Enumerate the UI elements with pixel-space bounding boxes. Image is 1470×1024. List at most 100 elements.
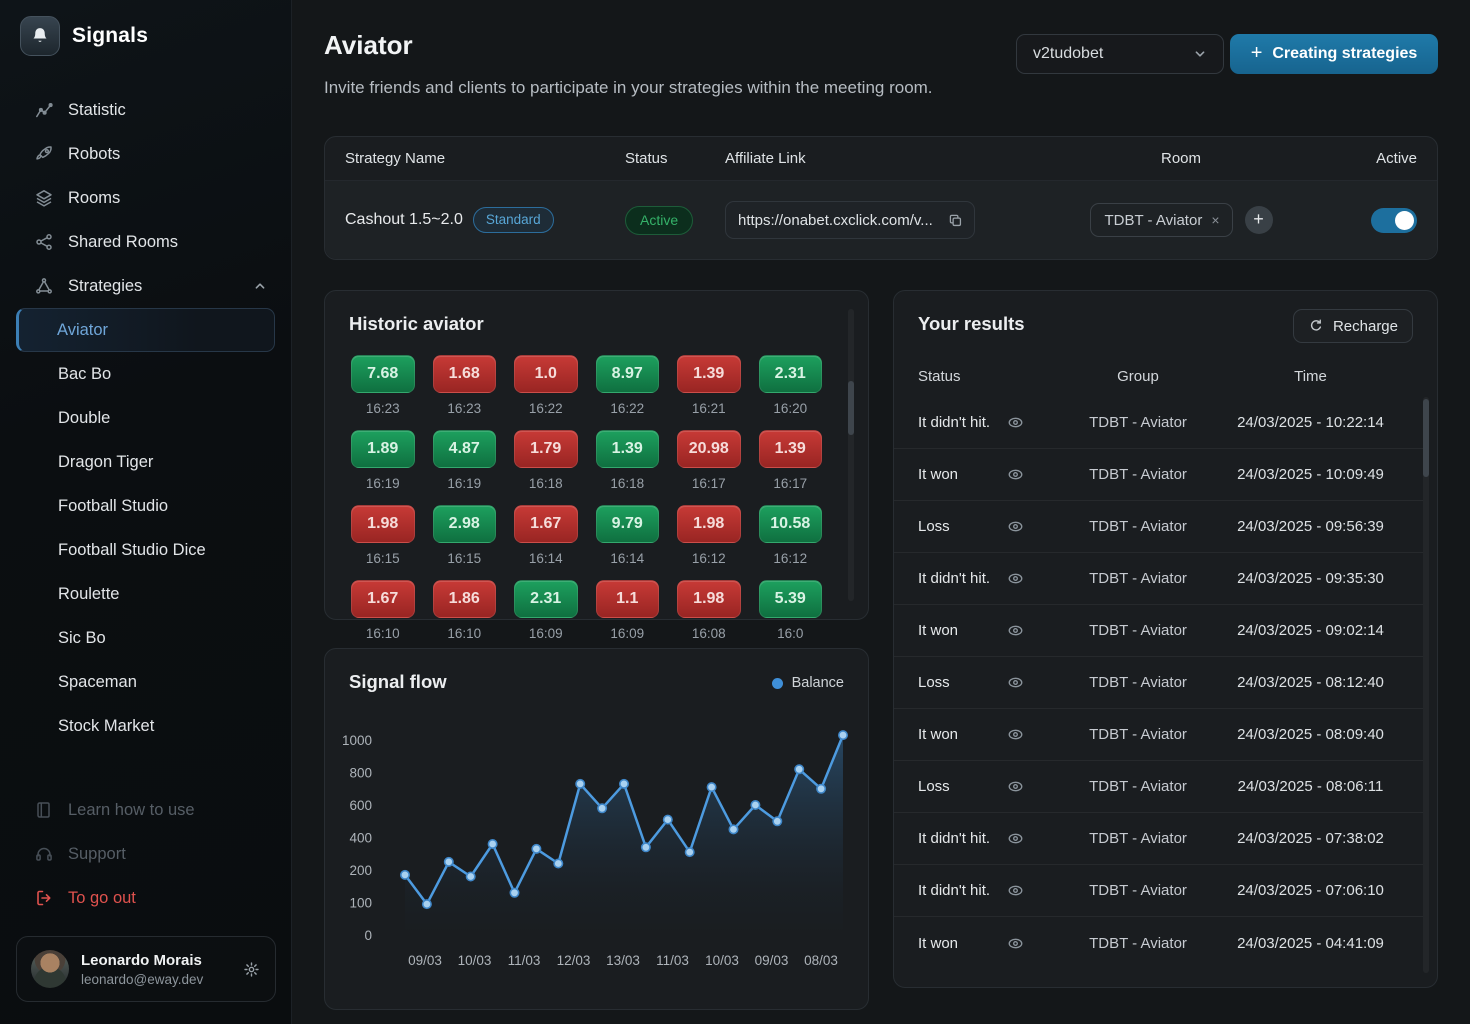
- sidebar-item-dragon-tiger[interactable]: Dragon Tiger: [16, 440, 275, 484]
- user-info: Leonardo Morais leonardo@eway.dev: [81, 952, 203, 987]
- affiliate-link-field[interactable]: https://onabet.cxclick.com/v...: [725, 201, 975, 239]
- chart-point: [794, 764, 805, 775]
- result-row: It didn't hit. TDBT - Aviator 24/03/2025…: [894, 553, 1423, 605]
- sidebar-item-rooms[interactable]: Rooms: [0, 176, 291, 220]
- eye-icon[interactable]: [1006, 673, 1025, 692]
- page-title: Aviator: [324, 30, 413, 60]
- sidebar-item-roulette[interactable]: Roulette: [16, 572, 275, 616]
- multiplier-badge: 1.98: [351, 505, 415, 543]
- sidebar-item-to-go-out[interactable]: To go out: [0, 876, 291, 920]
- add-room-button[interactable]: +: [1244, 206, 1273, 234]
- result-group: TDBT - Aviator: [1089, 674, 1187, 691]
- chart-point: [509, 887, 520, 898]
- eye-icon[interactable]: [1006, 569, 1025, 588]
- sidebar-item-double[interactable]: Double: [16, 396, 275, 440]
- strategy-icon: [34, 276, 54, 296]
- toggle-knob: [1395, 210, 1414, 230]
- eye-icon[interactable]: [1006, 829, 1025, 848]
- tile-time: 16:19: [447, 476, 482, 491]
- sidebar-item-label: Spaceman: [58, 672, 137, 691]
- balance-line-chart: 0 100 200 400 600 800 1000 09/03 10/03 11/03 12/03…: [342, 730, 848, 968]
- eye-icon[interactable]: [1006, 725, 1025, 744]
- sidebar-item-learn-how-to-use[interactable]: Learn how to use: [0, 788, 291, 832]
- chart-point: [597, 803, 608, 814]
- tile-time: 16:17: [773, 476, 808, 491]
- workspace-select[interactable]: v2tudobet: [1016, 34, 1224, 74]
- eye-icon[interactable]: [1006, 465, 1025, 484]
- sidebar-item-bac-bo[interactable]: Bac Bo: [16, 352, 275, 396]
- multiplier-badge: 2.31: [514, 580, 578, 618]
- chart-point: [575, 778, 586, 789]
- sidebar-submenu: Aviator Bac Bo Double Dragon Tiger Football …: [0, 308, 291, 748]
- scrollbar-thumb[interactable]: [1423, 399, 1429, 477]
- copy-icon[interactable]: [947, 212, 964, 229]
- tile-time: 16:22: [528, 401, 563, 416]
- result-group: TDBT - Aviator: [1089, 882, 1187, 899]
- chart-point: [618, 778, 629, 789]
- active-toggle[interactable]: [1371, 207, 1417, 233]
- historic-tile: 5.39 16:0: [758, 580, 822, 641]
- chart-point: [553, 858, 564, 869]
- sidebar-item-shared-rooms[interactable]: Shared Rooms: [0, 220, 291, 264]
- column-group: Group: [1117, 367, 1159, 385]
- historic-tile: 1.1 16:09: [595, 580, 659, 641]
- eye-icon[interactable]: [1006, 777, 1025, 796]
- sidebar-item-statistic[interactable]: Statistic: [0, 88, 291, 132]
- scrollbar-thumb[interactable]: [848, 381, 854, 435]
- sidebar-item-robots[interactable]: Robots: [0, 132, 291, 176]
- chart-point: [837, 730, 848, 741]
- results-scrollbar[interactable]: [1423, 397, 1429, 973]
- sidebar-footer: Learn how to use Support To go out: [0, 788, 291, 920]
- sidebar-item-label: Football Studio: [58, 496, 169, 515]
- user-card[interactable]: Leonardo Morais leonardo@eway.dev: [16, 936, 276, 1002]
- eye-icon[interactable]: [1006, 881, 1025, 900]
- eye-icon[interactable]: [1006, 413, 1025, 432]
- eye-icon[interactable]: [1006, 934, 1025, 953]
- sidebar-item-label: Statistic: [68, 100, 126, 119]
- eye-icon[interactable]: [1006, 517, 1025, 536]
- sidebar-item-sic-bo[interactable]: Sic Bo: [16, 616, 275, 660]
- sidebar-item-football-studio[interactable]: Football Studio: [16, 484, 275, 528]
- sidebar-item-label: Football Studio Dice: [58, 540, 206, 559]
- sidebar-item-stock-market[interactable]: Stock Market: [16, 704, 275, 748]
- tile-time: 16:14: [610, 551, 645, 566]
- sidebar-item-support[interactable]: Support: [0, 832, 291, 876]
- sidebar-item-strategies[interactable]: Strategies: [0, 264, 291, 308]
- sidebar-item-football-studio-dice[interactable]: Football Studio Dice: [16, 528, 275, 572]
- logout-icon: [34, 888, 54, 908]
- sidebar-item-aviator[interactable]: Aviator: [16, 308, 275, 352]
- room-tag[interactable]: TDBT - Aviator ×: [1089, 203, 1233, 237]
- multiplier-badge: 4.87: [432, 430, 496, 468]
- column-status: Status: [918, 367, 961, 385]
- historic-tile: 1.68 16:23: [432, 355, 496, 416]
- historic-tile: 10.58 16:12: [758, 505, 822, 566]
- chart-point: [728, 824, 739, 835]
- tile-time: 16:15: [447, 551, 482, 566]
- eye-icon[interactable]: [1006, 621, 1025, 640]
- sidebar-item-label: Rooms: [68, 188, 121, 207]
- close-icon[interactable]: ×: [1211, 212, 1219, 228]
- app-title: Signals: [72, 24, 149, 47]
- avatar: [31, 950, 69, 988]
- result-row: It won TDBT - Aviator 24/03/2025 - 08:09…: [894, 709, 1423, 761]
- historic-scrollbar[interactable]: [848, 309, 854, 601]
- sidebar-item-spaceman[interactable]: Spaceman: [16, 660, 275, 704]
- historic-grid: 7.68 16:23 1.68 16:23 1.0 16:22 8.97 16:22 1.39 1…: [351, 355, 822, 641]
- chart-point: [640, 842, 651, 853]
- app-logo: Signals: [0, 0, 291, 70]
- sidebar-nav: Statistic Robots Rooms Shared Rooms Strategi…: [0, 88, 291, 748]
- result-status: Loss: [918, 674, 950, 691]
- multiplier-badge: 7.68: [351, 355, 415, 393]
- create-strategy-label: Creating strategies: [1272, 45, 1418, 62]
- recharge-button[interactable]: Recharge: [1292, 309, 1413, 343]
- result-group: TDBT - Aviator: [1089, 518, 1187, 535]
- gear-icon[interactable]: [242, 960, 261, 979]
- historic-tile: 1.98 16:08: [677, 580, 741, 641]
- result-status: It didn't hit.: [918, 882, 991, 899]
- tile-time: 16:14: [528, 551, 563, 566]
- x-axis-label: 10/03: [458, 953, 492, 968]
- result-row: It didn't hit. TDBT - Aviator 24/03/2025…: [894, 397, 1423, 449]
- x-axis-label: 09/03: [408, 953, 442, 968]
- layers-icon: [34, 188, 54, 208]
- create-strategy-button[interactable]: + Creating strategies: [1230, 34, 1438, 74]
